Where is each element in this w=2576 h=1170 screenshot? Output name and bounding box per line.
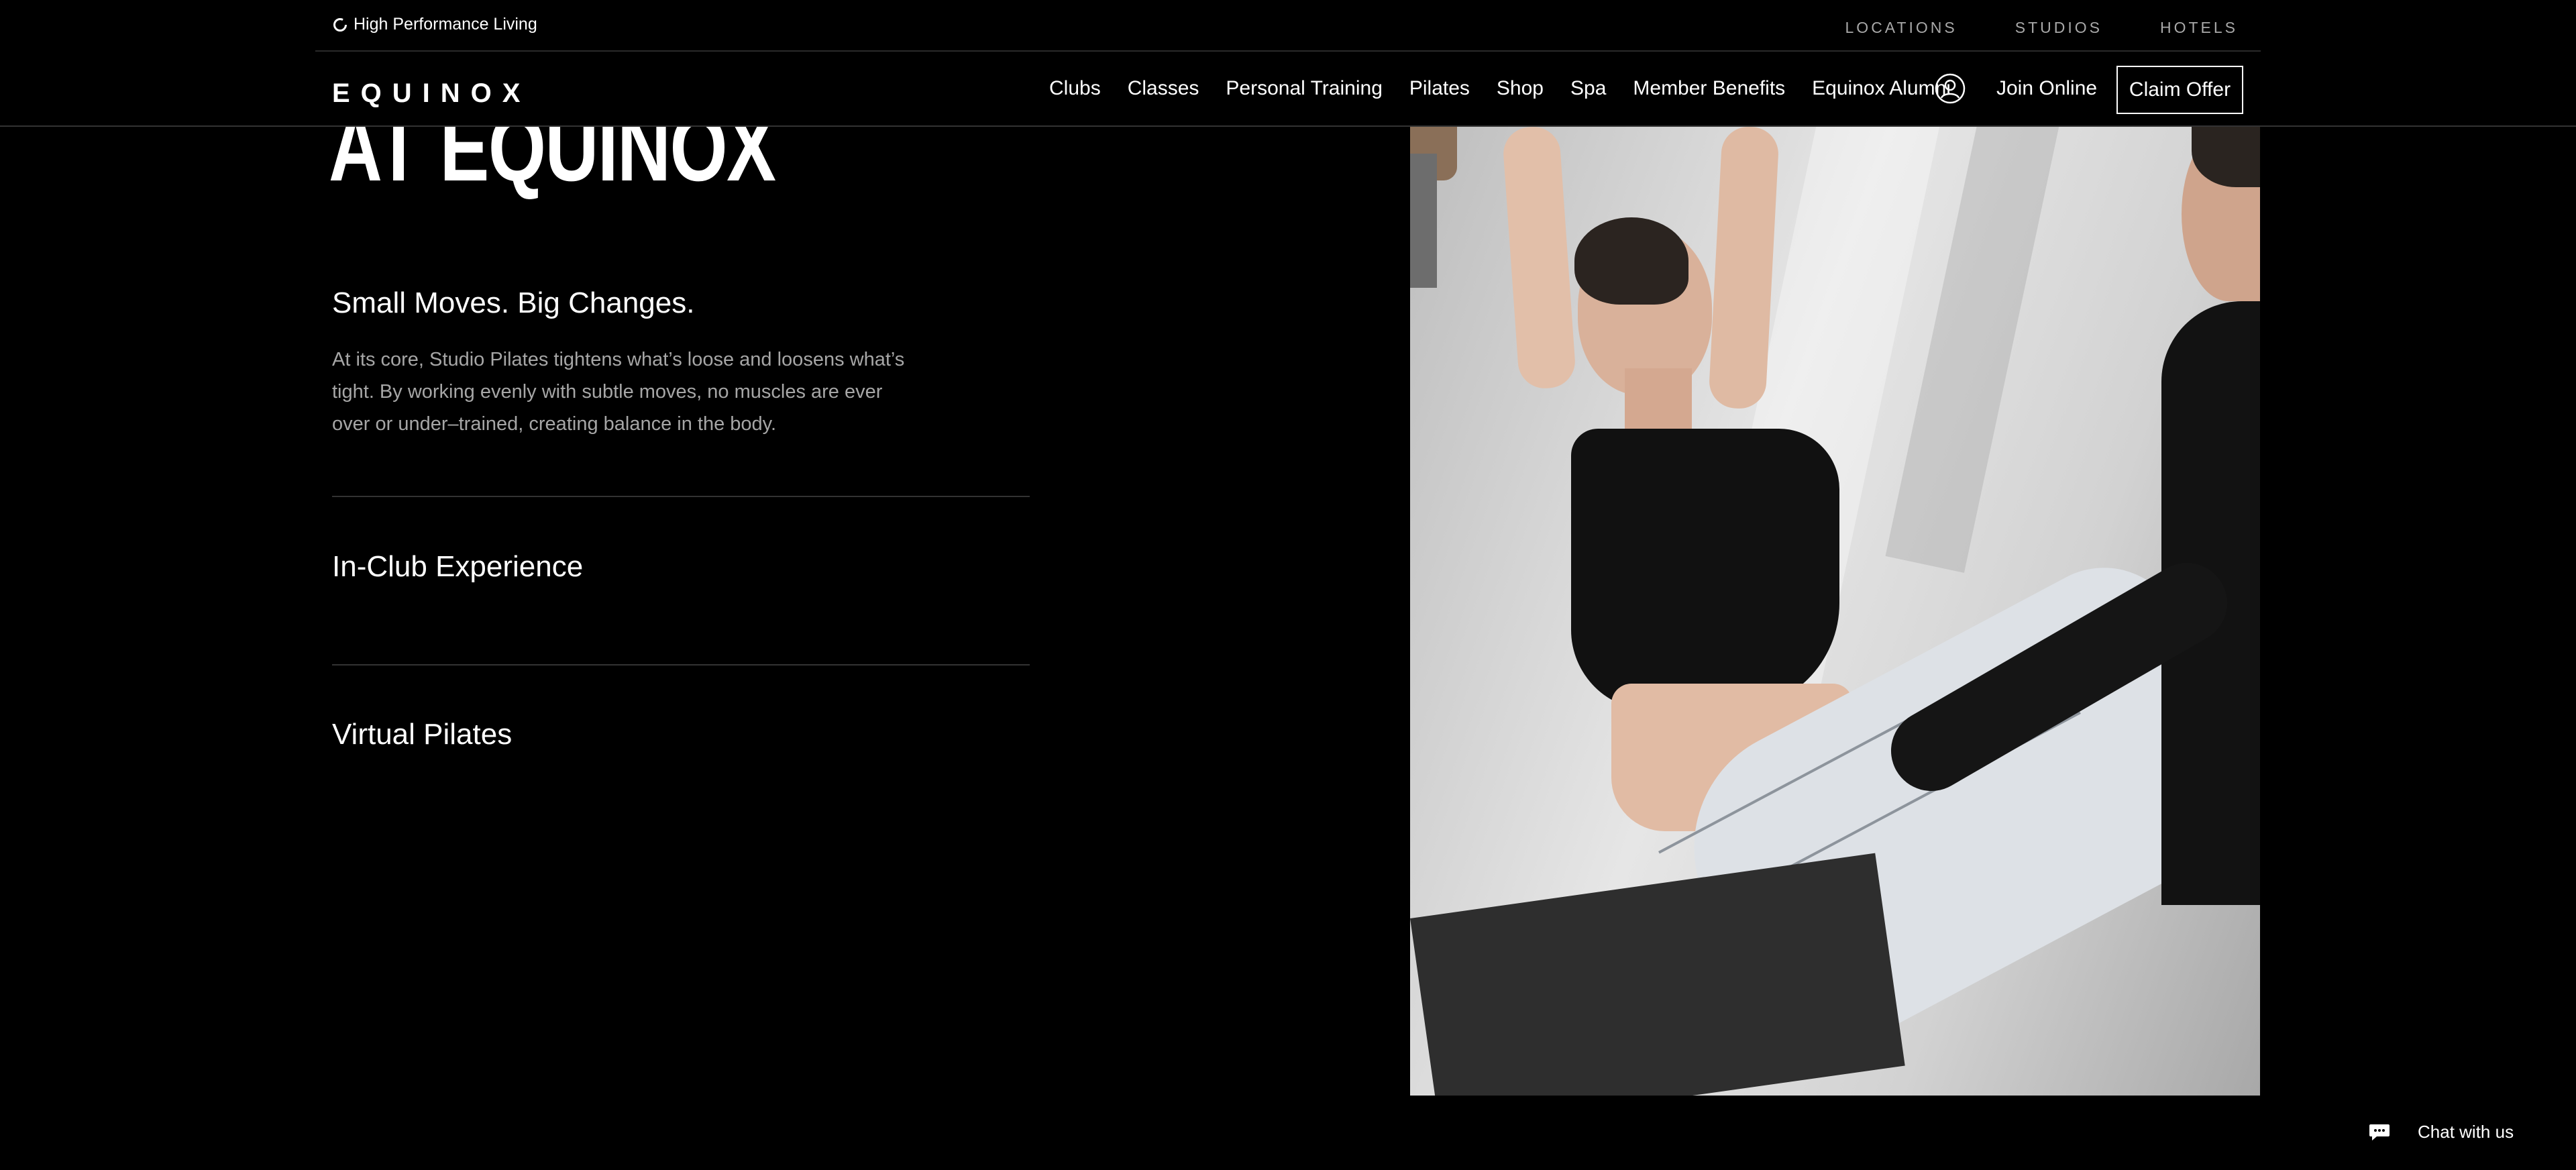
chat-label: Chat with us [2418,1122,2514,1142]
utility-bar: High Performance Living LOCATIONS STUDIO… [315,0,2261,52]
join-online-link[interactable]: Join Online [1996,77,2097,100]
nav-pilates[interactable]: Pilates [1409,77,1470,100]
accordion-in-club-experience[interactable]: In-Club Experience [332,550,1030,631]
nav-equinox-alumni[interactable]: Equinox Alumni [1812,77,1951,100]
divider [332,496,1030,497]
nav-links: Clubs Classes Personal Training Pilates … [1049,77,1951,100]
accordion-title: Virtual Pilates [332,718,513,751]
claim-offer-button[interactable]: Claim Offer [2116,66,2243,114]
intro-body: At its core, Studio Pilates tightens wha… [332,349,905,435]
nav-spa[interactable]: Spa [1570,77,1606,100]
chat-bubble-icon [2369,1124,2390,1140]
accordion-title: In-Club Experience [332,550,584,583]
utility-links: LOCATIONS STUDIOS HOTELS [1845,19,2238,37]
nav-clubs[interactable]: Clubs [1049,77,1101,100]
divider [332,664,1030,666]
chat-widget[interactable]: Chat with us [2368,1122,2514,1142]
intro-title: Small Moves. Big Changes. [332,286,695,319]
accordion-virtual-pilates[interactable]: Virtual Pilates [332,718,1030,798]
nav-shop[interactable]: Shop [1497,77,1544,100]
studios-link[interactable]: STUDIOS [2015,19,2102,37]
nav-personal-training[interactable]: Personal Training [1226,77,1382,100]
main-nav: EQUINOX Clubs Classes Personal Training … [0,52,2576,127]
circle-logo-icon [333,17,347,32]
nav-member-benefits[interactable]: Member Benefits [1633,77,1785,100]
nav-classes[interactable]: Classes [1128,77,1199,100]
pilates-photo [1410,127,2260,1096]
tagline-text: High Performance Living [354,15,537,34]
user-circle-icon[interactable] [1933,72,1967,105]
locations-link[interactable]: LOCATIONS [1845,19,1957,37]
tagline[interactable]: High Performance Living [332,15,537,34]
hotels-link[interactable]: HOTELS [2160,19,2238,37]
equinox-logo[interactable]: EQUINOX [332,78,531,109]
